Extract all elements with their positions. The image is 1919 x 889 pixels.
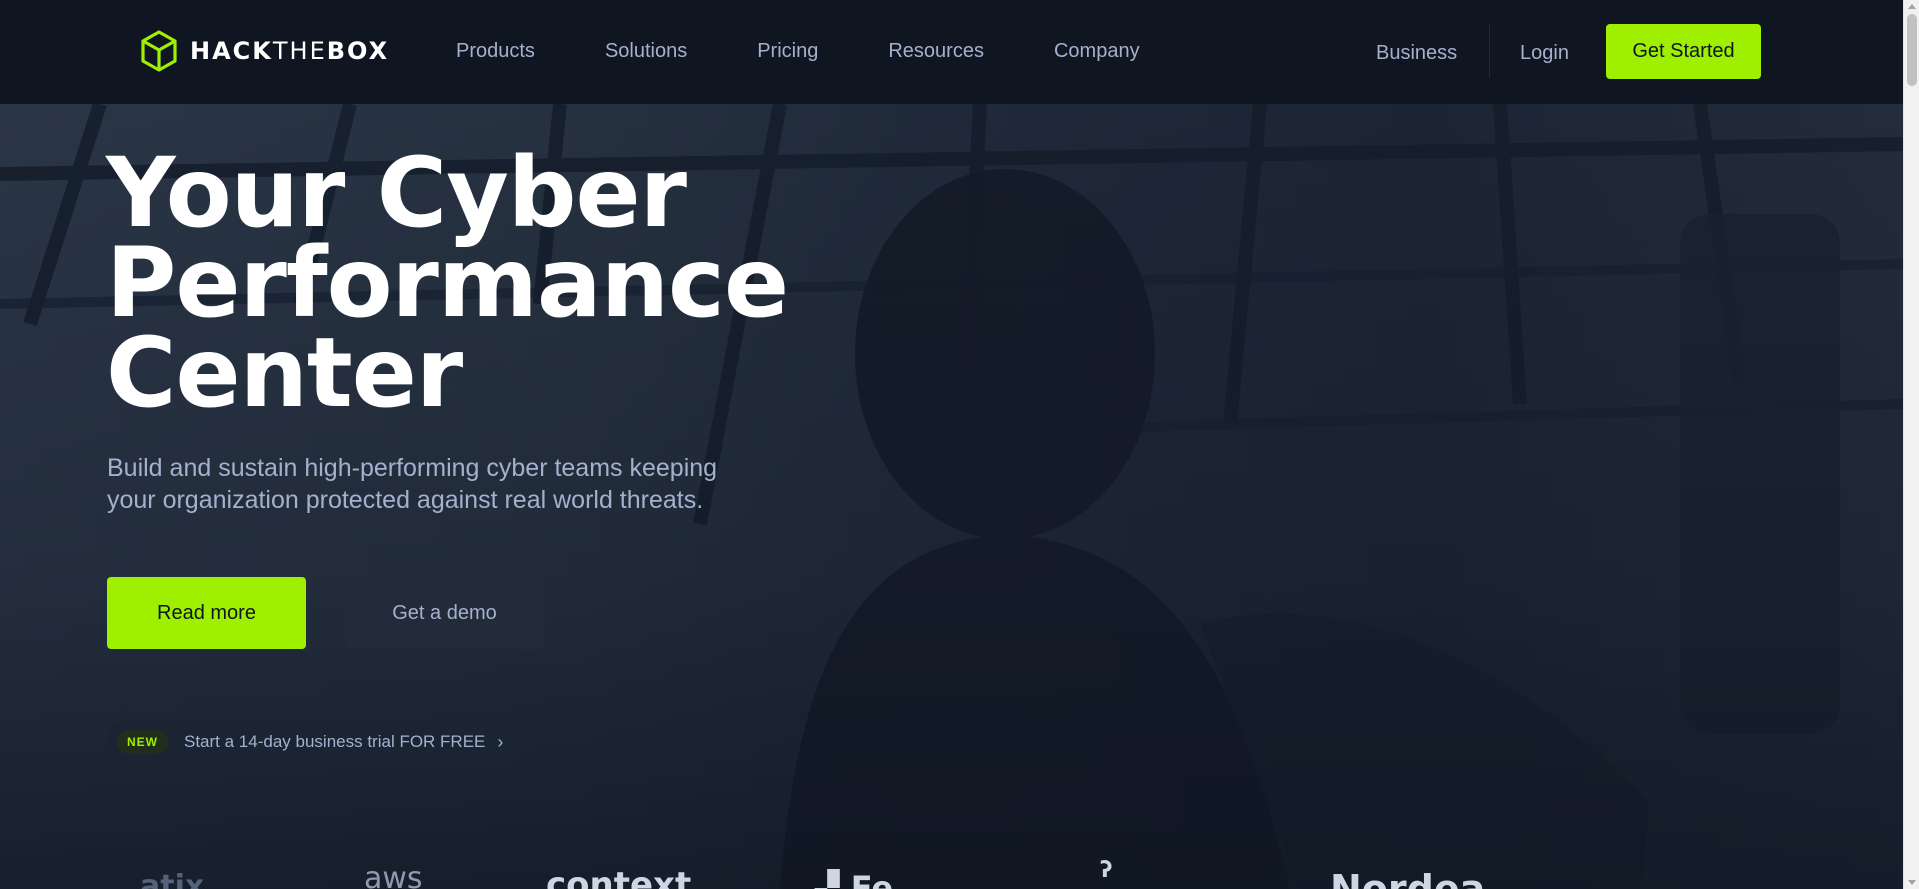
hero-title-line: Center (106, 317, 463, 429)
logo-partial-2-icon: ▞ Fe (815, 869, 894, 889)
nav-divider (1489, 24, 1490, 78)
context-logo: context (546, 865, 692, 889)
nav-item-company[interactable]: Company (1054, 40, 1140, 63)
hero-title-line: Your Cyber (106, 137, 687, 249)
trial-text: Start a 14-day business trial FOR FREE (184, 732, 486, 751)
hero-title: Your Cyber Performance Center (106, 137, 826, 429)
nav-item-pricing[interactable]: Pricing (757, 40, 818, 63)
logo-partial-icon: atix (140, 869, 205, 889)
hero-title-line: Performance (106, 227, 789, 339)
nav-item-resources[interactable]: Resources (888, 40, 984, 63)
aws-logo: aws (364, 861, 423, 889)
logo-partial-3-icon: ʔ (1100, 858, 1113, 883)
site-header: HACKTHEBOX Products Solutions Pricing Re… (0, 0, 1903, 104)
page-scrollbar[interactable] (1903, 0, 1919, 889)
nordea-logo: Nordea (1330, 867, 1486, 889)
logo-wordmark: HACKTHEBOX (190, 37, 390, 65)
get-demo-button[interactable]: Get a demo (345, 577, 544, 649)
hero-subtitle: Build and sustain high-performing cyber … (107, 454, 718, 514)
scroll-up-icon[interactable] (1908, 4, 1916, 9)
hackthebox-logo[interactable]: HACKTHEBOX (140, 30, 389, 72)
hero-section: Your Cyber Performance Center Build and … (0, 104, 1903, 889)
hackthebox-cube-icon (141, 30, 177, 72)
scrollbar-thumb[interactable] (1907, 14, 1917, 86)
get-started-button[interactable]: Get Started (1606, 24, 1761, 79)
trial-banner-link[interactable]: NEW Start a 14-day business trial FOR FR… (107, 719, 529, 765)
business-link[interactable]: Business (1376, 42, 1457, 65)
customer-logos: atix aws context ▞ Fe ʔ Nordea (0, 858, 1903, 889)
scroll-down-icon[interactable] (1908, 880, 1916, 885)
login-link[interactable]: Login (1520, 42, 1569, 65)
page: Your Cyber Performance Center Build and … (0, 0, 1903, 889)
nav-item-products[interactable]: Products (456, 40, 535, 63)
main-nav: Products Solutions Pricing Resources Com… (456, 40, 1210, 63)
chevron-right-icon: › (497, 731, 504, 752)
new-badge: NEW (117, 730, 168, 754)
nav-item-solutions[interactable]: Solutions (605, 40, 687, 63)
read-more-button[interactable]: Read more (107, 577, 306, 649)
